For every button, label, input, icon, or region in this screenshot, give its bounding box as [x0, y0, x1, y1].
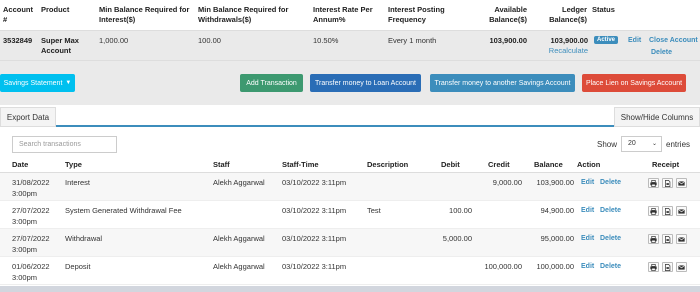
- entries-label: entries: [666, 140, 691, 149]
- caret-down-icon: ▼: [65, 80, 72, 86]
- cell-balance: 100,000.00: [536, 262, 574, 271]
- entries-select[interactable]: 20 ⌄: [621, 136, 662, 152]
- transactions-header: Date Type Staff Staff-Time Description D…: [0, 156, 700, 173]
- transfer-savings-button[interactable]: Transfer money to another Savings Accoun…: [430, 74, 575, 92]
- tabs-row: Export Data Show/Hide Columns: [0, 105, 700, 127]
- bottom-scrollbar[interactable]: [0, 286, 700, 292]
- delete-account-link[interactable]: Delete: [651, 49, 672, 56]
- ledger-balance: 103,900.00 Recalculate: [548, 36, 588, 55]
- print-icon[interactable]: [648, 234, 659, 244]
- cell-description: Test: [367, 206, 381, 215]
- status-badge: Active: [594, 36, 619, 44]
- header-account: Account #: [3, 5, 33, 24]
- th-description: Description: [367, 160, 409, 169]
- cell-staff-time: 03/10/2022 3:11pm: [282, 178, 347, 187]
- header-posting: Interest Posting Frequency: [388, 5, 445, 24]
- header-min-interest: Min Balance Required for Interest($): [99, 5, 190, 24]
- cell-date: 27/07/2022 3:00pm: [12, 234, 50, 254]
- header-ledger: Ledger Balance($): [549, 5, 587, 24]
- th-balance: Balance: [534, 160, 563, 169]
- th-receipt: Receipt: [652, 160, 680, 169]
- header-rate: Interest Rate Per Annum%: [313, 5, 373, 24]
- envelope-icon[interactable]: [676, 234, 687, 244]
- cell-date: 27/07/2022 3:00pm: [12, 206, 50, 226]
- savings-statement-button[interactable]: Savings Statement ▼: [0, 74, 75, 92]
- cell-type: System Generated Withdrawal Fee: [65, 206, 182, 215]
- th-staff: Staff: [213, 160, 230, 169]
- th-action: Action: [577, 160, 601, 169]
- pdf-icon[interactable]: [662, 206, 673, 216]
- cell-staff-time: 03/10/2022 3:11pm: [282, 234, 347, 243]
- delete-transaction-link[interactable]: Delete: [600, 179, 621, 186]
- cell-staff: Alekh Aggarwal: [213, 234, 265, 243]
- cell-type: Deposit: [65, 262, 91, 271]
- min-interest-value: 1,000.00: [99, 36, 129, 45]
- cell-debit: 5,000.00: [442, 234, 472, 243]
- envelope-icon[interactable]: [676, 178, 687, 188]
- cell-date: 01/06/2022 3:00pm: [12, 262, 50, 282]
- show-label: Show: [597, 140, 618, 149]
- pdf-icon[interactable]: [662, 262, 673, 272]
- edit-transaction-link[interactable]: Edit: [581, 235, 594, 242]
- cell-balance: 95,000.00: [540, 234, 574, 243]
- th-credit: Credit: [488, 160, 510, 169]
- table-row: 01/06/2022 3:00pm Deposit Alekh Aggarwal …: [0, 257, 700, 285]
- delete-transaction-link[interactable]: Delete: [600, 263, 621, 270]
- cell-staff-time: 03/10/2022 3:11pm: [282, 206, 347, 215]
- header-available: Available Balance($): [489, 5, 527, 24]
- cell-type: Withdrawal: [65, 234, 103, 243]
- cell-staff-time: 03/10/2022 3:11pm: [282, 262, 347, 271]
- account-number: 3532849: [3, 36, 33, 45]
- cell-credit: 9,000.00: [492, 178, 522, 187]
- close-account-link[interactable]: Close Account: [649, 37, 698, 44]
- action-bar: Savings Statement ▼ Add Transaction Tran…: [0, 61, 700, 105]
- edit-transaction-link[interactable]: Edit: [581, 207, 594, 214]
- product-name: Super Max Account: [41, 36, 79, 55]
- chevron-down-icon: ⌄: [651, 141, 657, 147]
- header-product: Product: [41, 5, 70, 14]
- pdf-icon[interactable]: [662, 178, 673, 188]
- th-date: Date: [12, 160, 29, 169]
- header-status: Status: [592, 5, 615, 14]
- cell-balance: 94,900.00: [540, 206, 574, 215]
- th-staff-time: Staff-Time: [282, 160, 319, 169]
- min-withdraw-value: 100.00: [198, 36, 221, 45]
- table-row: 31/08/2022 3:00pm Interest Alekh Aggarwal…: [0, 173, 700, 201]
- pdf-icon[interactable]: [662, 234, 673, 244]
- account-table-header: Account # Product Min Balance Required fo…: [0, 0, 700, 31]
- account-row: 3532849 Super Max Account 1,000.00 100.00…: [0, 31, 700, 61]
- table-row: 27/07/2022 3:00pm System Generated Withdr…: [0, 201, 700, 229]
- envelope-icon[interactable]: [676, 206, 687, 216]
- cell-balance: 103,900.00: [536, 178, 574, 187]
- print-icon[interactable]: [648, 262, 659, 272]
- print-icon[interactable]: [648, 206, 659, 216]
- cell-staff: Alekh Aggarwal: [213, 178, 265, 187]
- cell-staff: Alekh Aggarwal: [213, 262, 265, 271]
- header-min-withdraw: Min Balance Required for Withdrawals($): [198, 5, 289, 24]
- show-hide-columns-tab[interactable]: Show/Hide Columns: [614, 107, 700, 127]
- table-row: 27/07/2022 3:00pm Withdrawal Alekh Aggarw…: [0, 229, 700, 257]
- rate-value: 10.50%: [313, 36, 339, 45]
- envelope-icon[interactable]: [676, 262, 687, 272]
- recalculate-link[interactable]: Recalculate: [549, 46, 588, 55]
- edit-transaction-link[interactable]: Edit: [581, 263, 594, 270]
- available-balance: 103,900.00: [489, 36, 527, 45]
- cell-credit: 100,000.00: [484, 262, 522, 271]
- cell-type: Interest: [65, 178, 91, 187]
- place-lien-button[interactable]: Place Lien on Savings Account: [582, 74, 686, 92]
- search-input[interactable]: Search transactions: [12, 136, 117, 153]
- add-transaction-button[interactable]: Add Transaction: [240, 74, 303, 92]
- export-data-tab[interactable]: Export Data: [0, 107, 56, 127]
- edit-account-link[interactable]: Edit: [628, 37, 641, 44]
- print-icon[interactable]: [648, 178, 659, 188]
- th-type: Type: [65, 160, 82, 169]
- delete-transaction-link[interactable]: Delete: [600, 207, 621, 214]
- cell-date: 31/08/2022 3:00pm: [12, 178, 50, 198]
- posting-value: Every 1 month: [388, 36, 437, 45]
- delete-transaction-link[interactable]: Delete: [600, 235, 621, 242]
- th-debit: Debit: [441, 160, 460, 169]
- edit-transaction-link[interactable]: Edit: [581, 179, 594, 186]
- transfer-loan-button[interactable]: Transfer money to Loan Account: [310, 74, 421, 92]
- cell-debit: 100.00: [449, 206, 472, 215]
